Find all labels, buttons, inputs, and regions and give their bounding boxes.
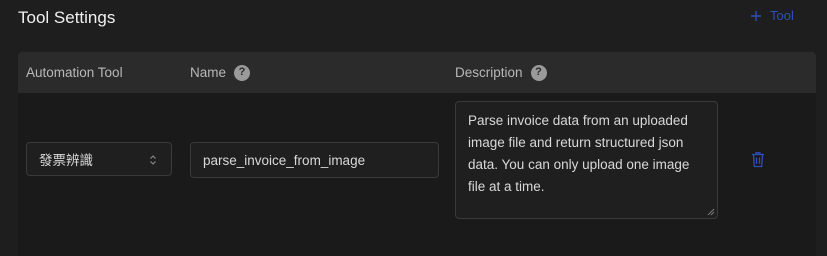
column-label: Automation Tool [26, 65, 123, 80]
tool-name-input[interactable]: parse_invoice_from_image [190, 142, 439, 178]
column-header-automation-tool: Automation Tool [26, 52, 123, 93]
trash-icon[interactable] [751, 151, 765, 168]
column-label: Name [190, 65, 227, 80]
table-header: Automation Tool Name ? Description ? [18, 52, 816, 93]
automation-tool-select[interactable]: 發票辨識 [26, 142, 172, 176]
column-header-name: Name ? [190, 52, 251, 93]
chevron-up-down-icon [150, 155, 156, 165]
description-text: Parse invoice data from an uploaded imag… [468, 113, 690, 194]
column-header-description: Description ? [455, 52, 547, 93]
column-label: Description [455, 65, 523, 80]
help-icon[interactable]: ? [234, 64, 251, 81]
tool-description-textarea[interactable]: Parse invoice data from an uploaded imag… [455, 101, 718, 219]
add-tool-label: Tool [770, 8, 794, 23]
add-tool-button[interactable]: Tool [750, 8, 794, 23]
resize-handle-icon[interactable] [707, 208, 715, 216]
tools-table: Automation Tool Name ? Description ? 發票辨… [18, 52, 816, 256]
automation-tool-value: 發票辨識 [39, 153, 93, 168]
plus-icon [751, 10, 761, 21]
section-title: Tool Settings [18, 8, 116, 27]
help-icon[interactable]: ? [530, 64, 547, 81]
